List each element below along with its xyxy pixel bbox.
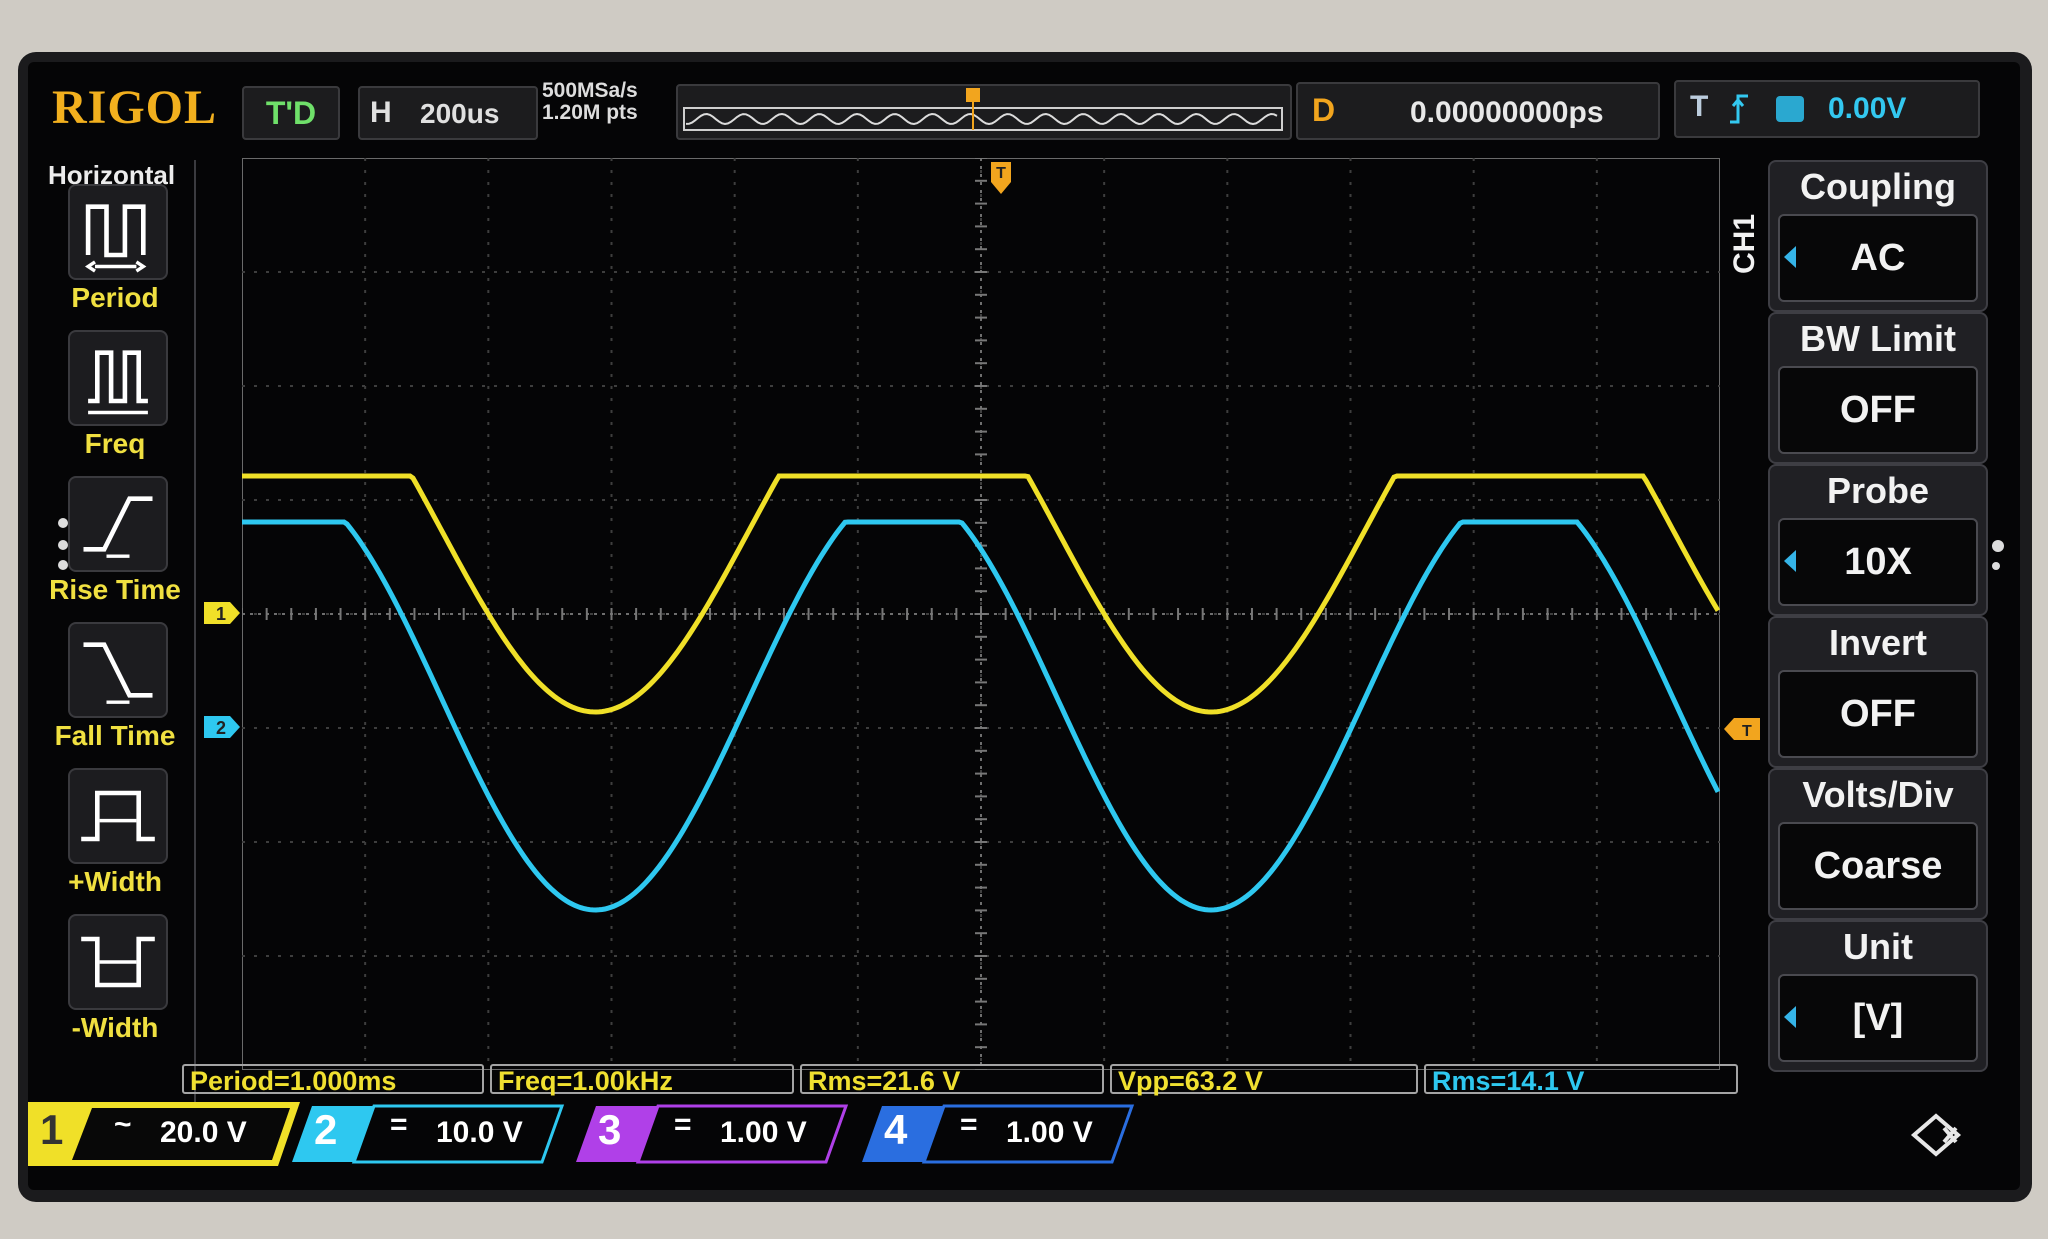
- menu-item-value: OFF: [1778, 366, 1978, 454]
- channel-2-status[interactable]: 2 = 10.0 V: [290, 1102, 580, 1166]
- measure-label: +Width: [68, 866, 162, 897]
- negative-width-icon: [81, 936, 155, 988]
- channel-3-status[interactable]: 3 = 1.00 V: [574, 1102, 864, 1166]
- measurement-readout: Freq=1.00kHz: [490, 1064, 794, 1096]
- trigger-position-marker[interactable]: T: [991, 162, 1011, 194]
- coupling-icon: =: [674, 1108, 692, 1141]
- period-icon: [84, 204, 147, 273]
- left-arrow-icon: [1784, 550, 1796, 572]
- measure-label: -Width: [71, 1012, 159, 1043]
- delay-box[interactable]: D 0.00000000ps: [1296, 82, 1660, 140]
- channel-number: 1: [40, 1106, 64, 1153]
- svg-text:2: 2: [216, 718, 226, 738]
- menu-item-coupling[interactable]: Coupling AC: [1768, 160, 1988, 312]
- channel-number: 4: [884, 1106, 908, 1153]
- positive-width-icon: [81, 790, 155, 842]
- scope-screen: RIGOL T'D H 200us 500MSa/s 1.20M pts D 0…: [28, 62, 2020, 1190]
- menu-item-value: 10X: [1778, 518, 1978, 606]
- memory-overview-bar: [676, 84, 1292, 140]
- measure-label: Freq: [84, 428, 146, 459]
- trigger-level: 0.00V: [1828, 92, 1907, 125]
- fall-time-icon: [83, 642, 153, 704]
- measurement-readout: Rms=14.1 V: [1424, 1064, 1738, 1096]
- measurement-readout: Rms=21.6 V: [800, 1064, 1104, 1096]
- coupling-icon: =: [960, 1108, 978, 1141]
- channel-scale: 1.00 V: [1006, 1116, 1093, 1149]
- measure-button-freq[interactable]: [68, 330, 168, 426]
- menu-item-value: OFF: [1778, 670, 1978, 758]
- memory-trigger-marker: [966, 88, 980, 102]
- measurement-readout: Period=1.000ms: [182, 1064, 484, 1096]
- timebase-box[interactable]: H 200us: [358, 86, 538, 140]
- rise-time-icon: [83, 496, 153, 558]
- menu-item-title: Coupling: [1800, 166, 1956, 207]
- timebase-value: 200us: [420, 98, 500, 129]
- menu-item-title: Probe: [1826, 470, 1930, 511]
- channel-settings-menu: Coupling AC BW Limit OFF Probe 10X Invert OFF Vo…: [1724, 158, 2004, 1078]
- menu-item-volts-div[interactable]: Volts/Div Coarse: [1768, 768, 1988, 920]
- menu-item-bw-limit[interactable]: BW Limit OFF: [1768, 312, 1988, 464]
- trigger-box[interactable]: T 0.00V: [1674, 80, 1980, 138]
- delay-value: 0.00000000ps: [1410, 96, 1604, 129]
- memory-depth: 1.20M pts: [542, 101, 638, 124]
- measure-button-fall-time[interactable]: [68, 622, 168, 718]
- menu-item-invert[interactable]: Invert OFF: [1768, 616, 1988, 768]
- channel-number: 3: [598, 1106, 622, 1153]
- trigger-label: T: [1690, 90, 1709, 123]
- freq-icon: [88, 350, 148, 415]
- menu-item-value: [V]: [1778, 974, 1978, 1062]
- horizontal-label: H: [370, 96, 392, 129]
- menu-item-title: Volts/Div: [1802, 774, 1954, 815]
- menu-item-title: BW Limit: [1800, 318, 1956, 359]
- menu-item-title: Unit: [1843, 926, 1913, 967]
- menu-page-dot: [58, 518, 68, 528]
- waveform-display[interactable]: T: [242, 158, 1720, 1070]
- menu-item-value: Coarse: [1778, 822, 1978, 910]
- navigation-knob-icon[interactable]: [1908, 1112, 1964, 1158]
- sample-rate: 500MSa/s: [542, 79, 638, 102]
- channel-4-status[interactable]: 4 = 1.00 V: [860, 1102, 1150, 1166]
- measurement-readout: Vpp=63.2 V: [1110, 1064, 1418, 1096]
- coupling-icon: ~: [114, 1108, 132, 1141]
- measure-label: Fall Time: [54, 720, 176, 751]
- measure-button--width[interactable]: [68, 768, 168, 864]
- menu-page-dot: [1992, 562, 2000, 570]
- memory-waveform-icon: [683, 88, 1283, 131]
- menu-page-dot: [58, 540, 68, 550]
- delay-label: D: [1312, 92, 1336, 128]
- measure-label: Rise Time: [49, 574, 181, 605]
- svg-text:T: T: [996, 165, 1006, 182]
- measure-label: Period: [71, 282, 159, 313]
- menu-item-unit[interactable]: Unit [V]: [1768, 920, 1988, 1072]
- ch2-offset-marker[interactable]: 2: [202, 712, 242, 742]
- menu-item-probe[interactable]: Probe 10X: [1768, 464, 1988, 616]
- channel-1-status[interactable]: 1 ~20.0 V: [28, 1102, 318, 1166]
- channel-scale: 20.0 V: [160, 1116, 247, 1149]
- coupling-icon: =: [390, 1108, 408, 1141]
- menu-item-value: AC: [1778, 214, 1978, 302]
- menu-page-dot: [58, 560, 68, 570]
- measure-button-rise-time[interactable]: [68, 476, 168, 572]
- measure-button-period[interactable]: [68, 184, 168, 280]
- svg-text:1: 1: [216, 604, 226, 624]
- run-state-badge[interactable]: T'D: [242, 86, 340, 140]
- left-arrow-icon: [1784, 1006, 1796, 1028]
- channel-scale: 1.00 V: [720, 1116, 807, 1149]
- measure-button--width[interactable]: [68, 914, 168, 1010]
- ch1-offset-marker[interactable]: 1: [202, 598, 242, 628]
- acquisition-info: 500MSa/s 1.20M pts: [542, 80, 638, 124]
- menu-page-dot: [1992, 540, 2004, 552]
- channel-number: 2: [314, 1106, 338, 1153]
- channel-scale: 10.0 V: [436, 1116, 523, 1149]
- left-arrow-icon: [1784, 246, 1796, 268]
- brand-logo: RIGOL: [52, 81, 218, 134]
- trigger-edge-icon: [1730, 94, 1804, 124]
- menu-item-title: Invert: [1828, 622, 1928, 663]
